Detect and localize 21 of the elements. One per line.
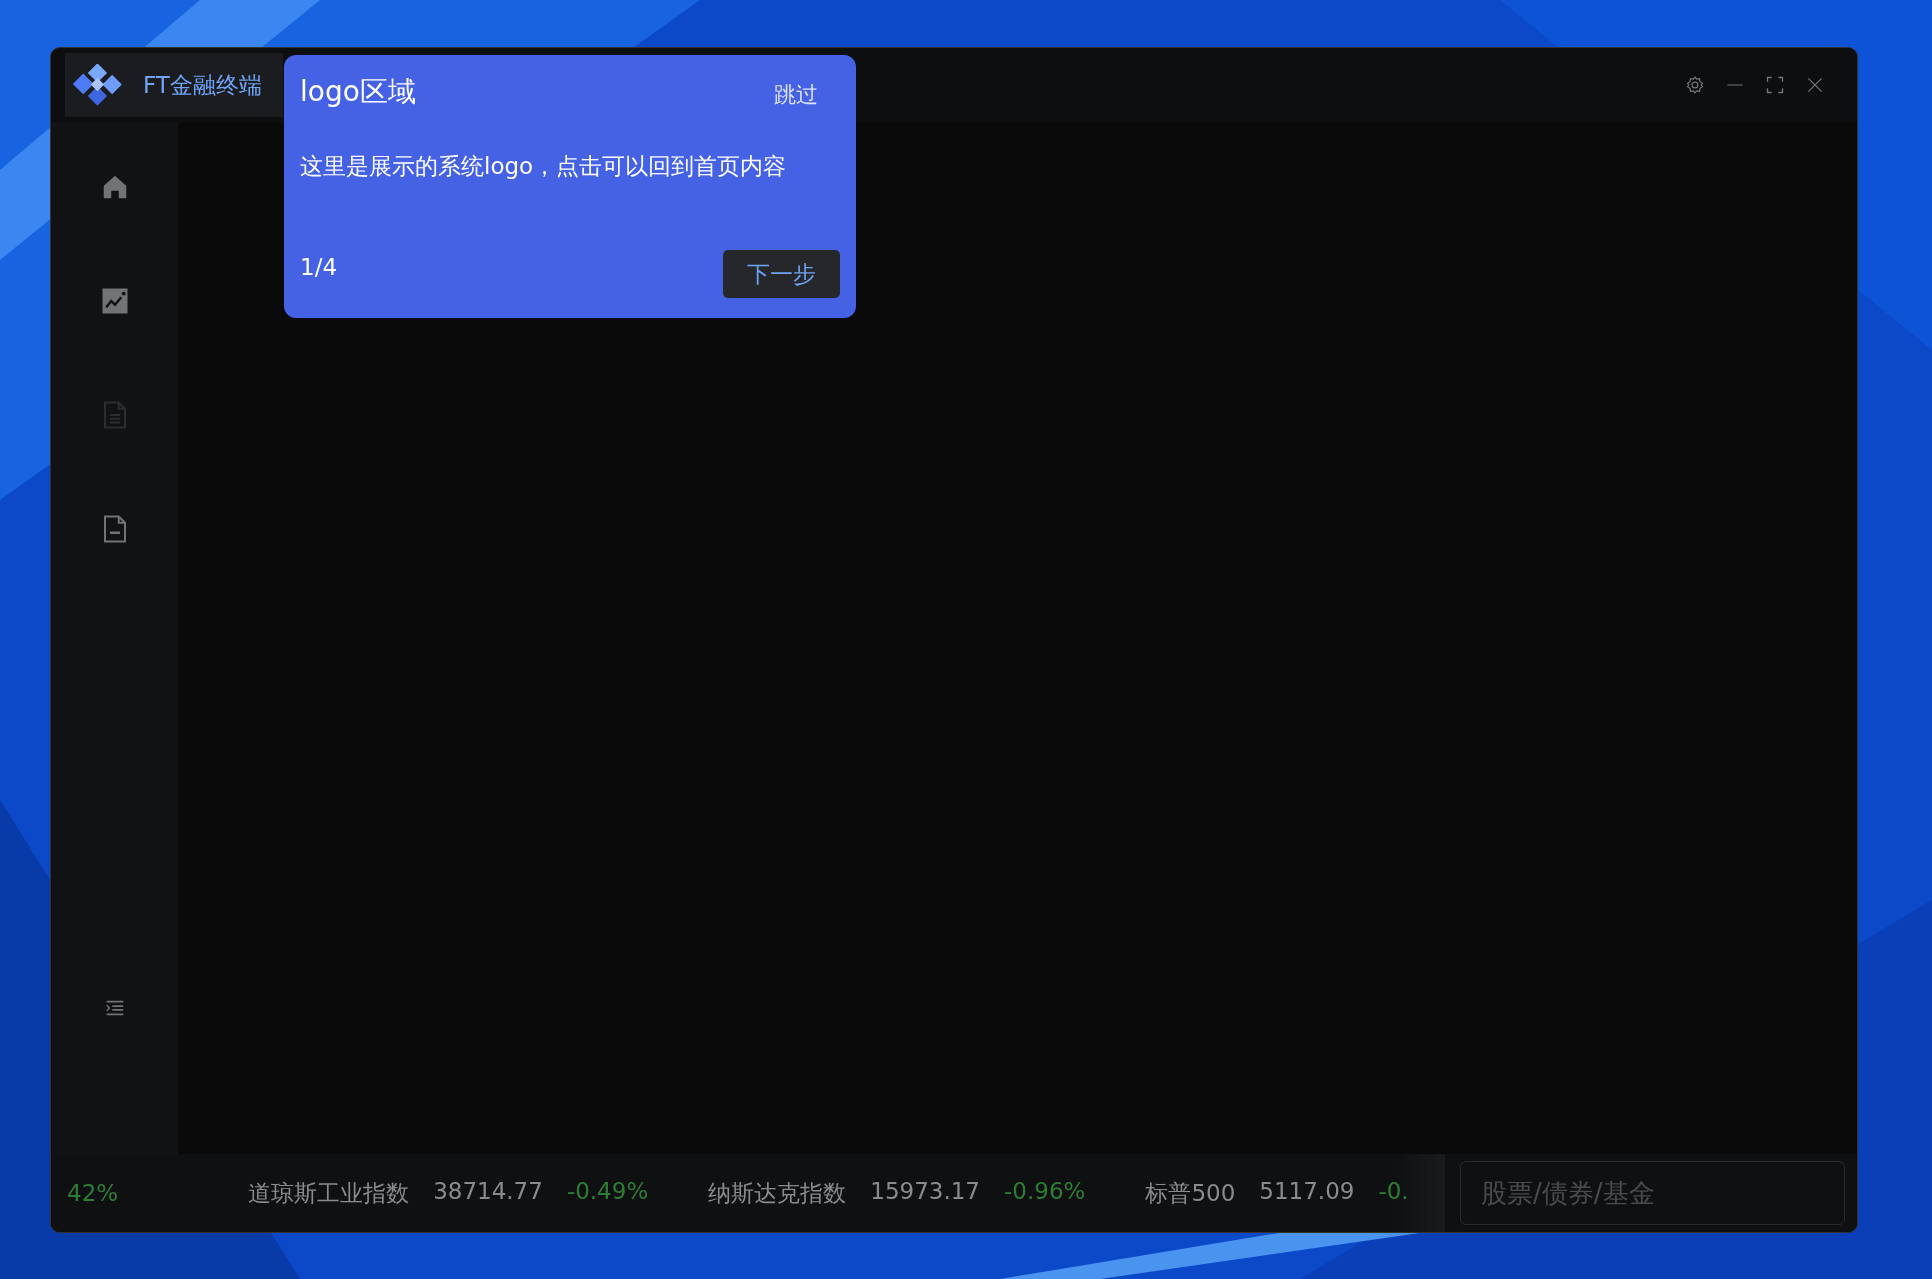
- app-name: FT金融终端: [143, 70, 262, 100]
- index-value: 5117.09: [1259, 1177, 1355, 1206]
- index-value: 38714.77: [433, 1177, 543, 1206]
- popup-title: logo区域: [300, 74, 416, 110]
- settings-icon[interactable]: [1685, 75, 1705, 95]
- index-value: 15973.17: [870, 1177, 980, 1206]
- maximize-icon[interactable]: [1765, 75, 1785, 95]
- index-change: -0.: [1378, 1177, 1409, 1206]
- skip-link[interactable]: 跳过: [774, 80, 818, 110]
- search-field[interactable]: 股票/债券/基金: [1460, 1161, 1845, 1225]
- index-change: -0.96%: [1004, 1177, 1086, 1206]
- next-button[interactable]: 下一步: [723, 250, 840, 298]
- logo-button[interactable]: FT金融终端: [65, 53, 283, 117]
- index-name: 标普500: [1145, 1178, 1236, 1208]
- popup-text: 这里是展示的系统logo，点击可以回到首页内容: [300, 152, 788, 181]
- index-change: -0.49%: [566, 1177, 649, 1206]
- index-name: 纳斯达克指数: [708, 1178, 847, 1208]
- index-change: 42%: [67, 1180, 119, 1206]
- index-name: 道琼斯工业指数: [248, 1178, 410, 1208]
- close-icon[interactable]: [1805, 75, 1825, 95]
- step-counter: 1/4: [300, 254, 337, 280]
